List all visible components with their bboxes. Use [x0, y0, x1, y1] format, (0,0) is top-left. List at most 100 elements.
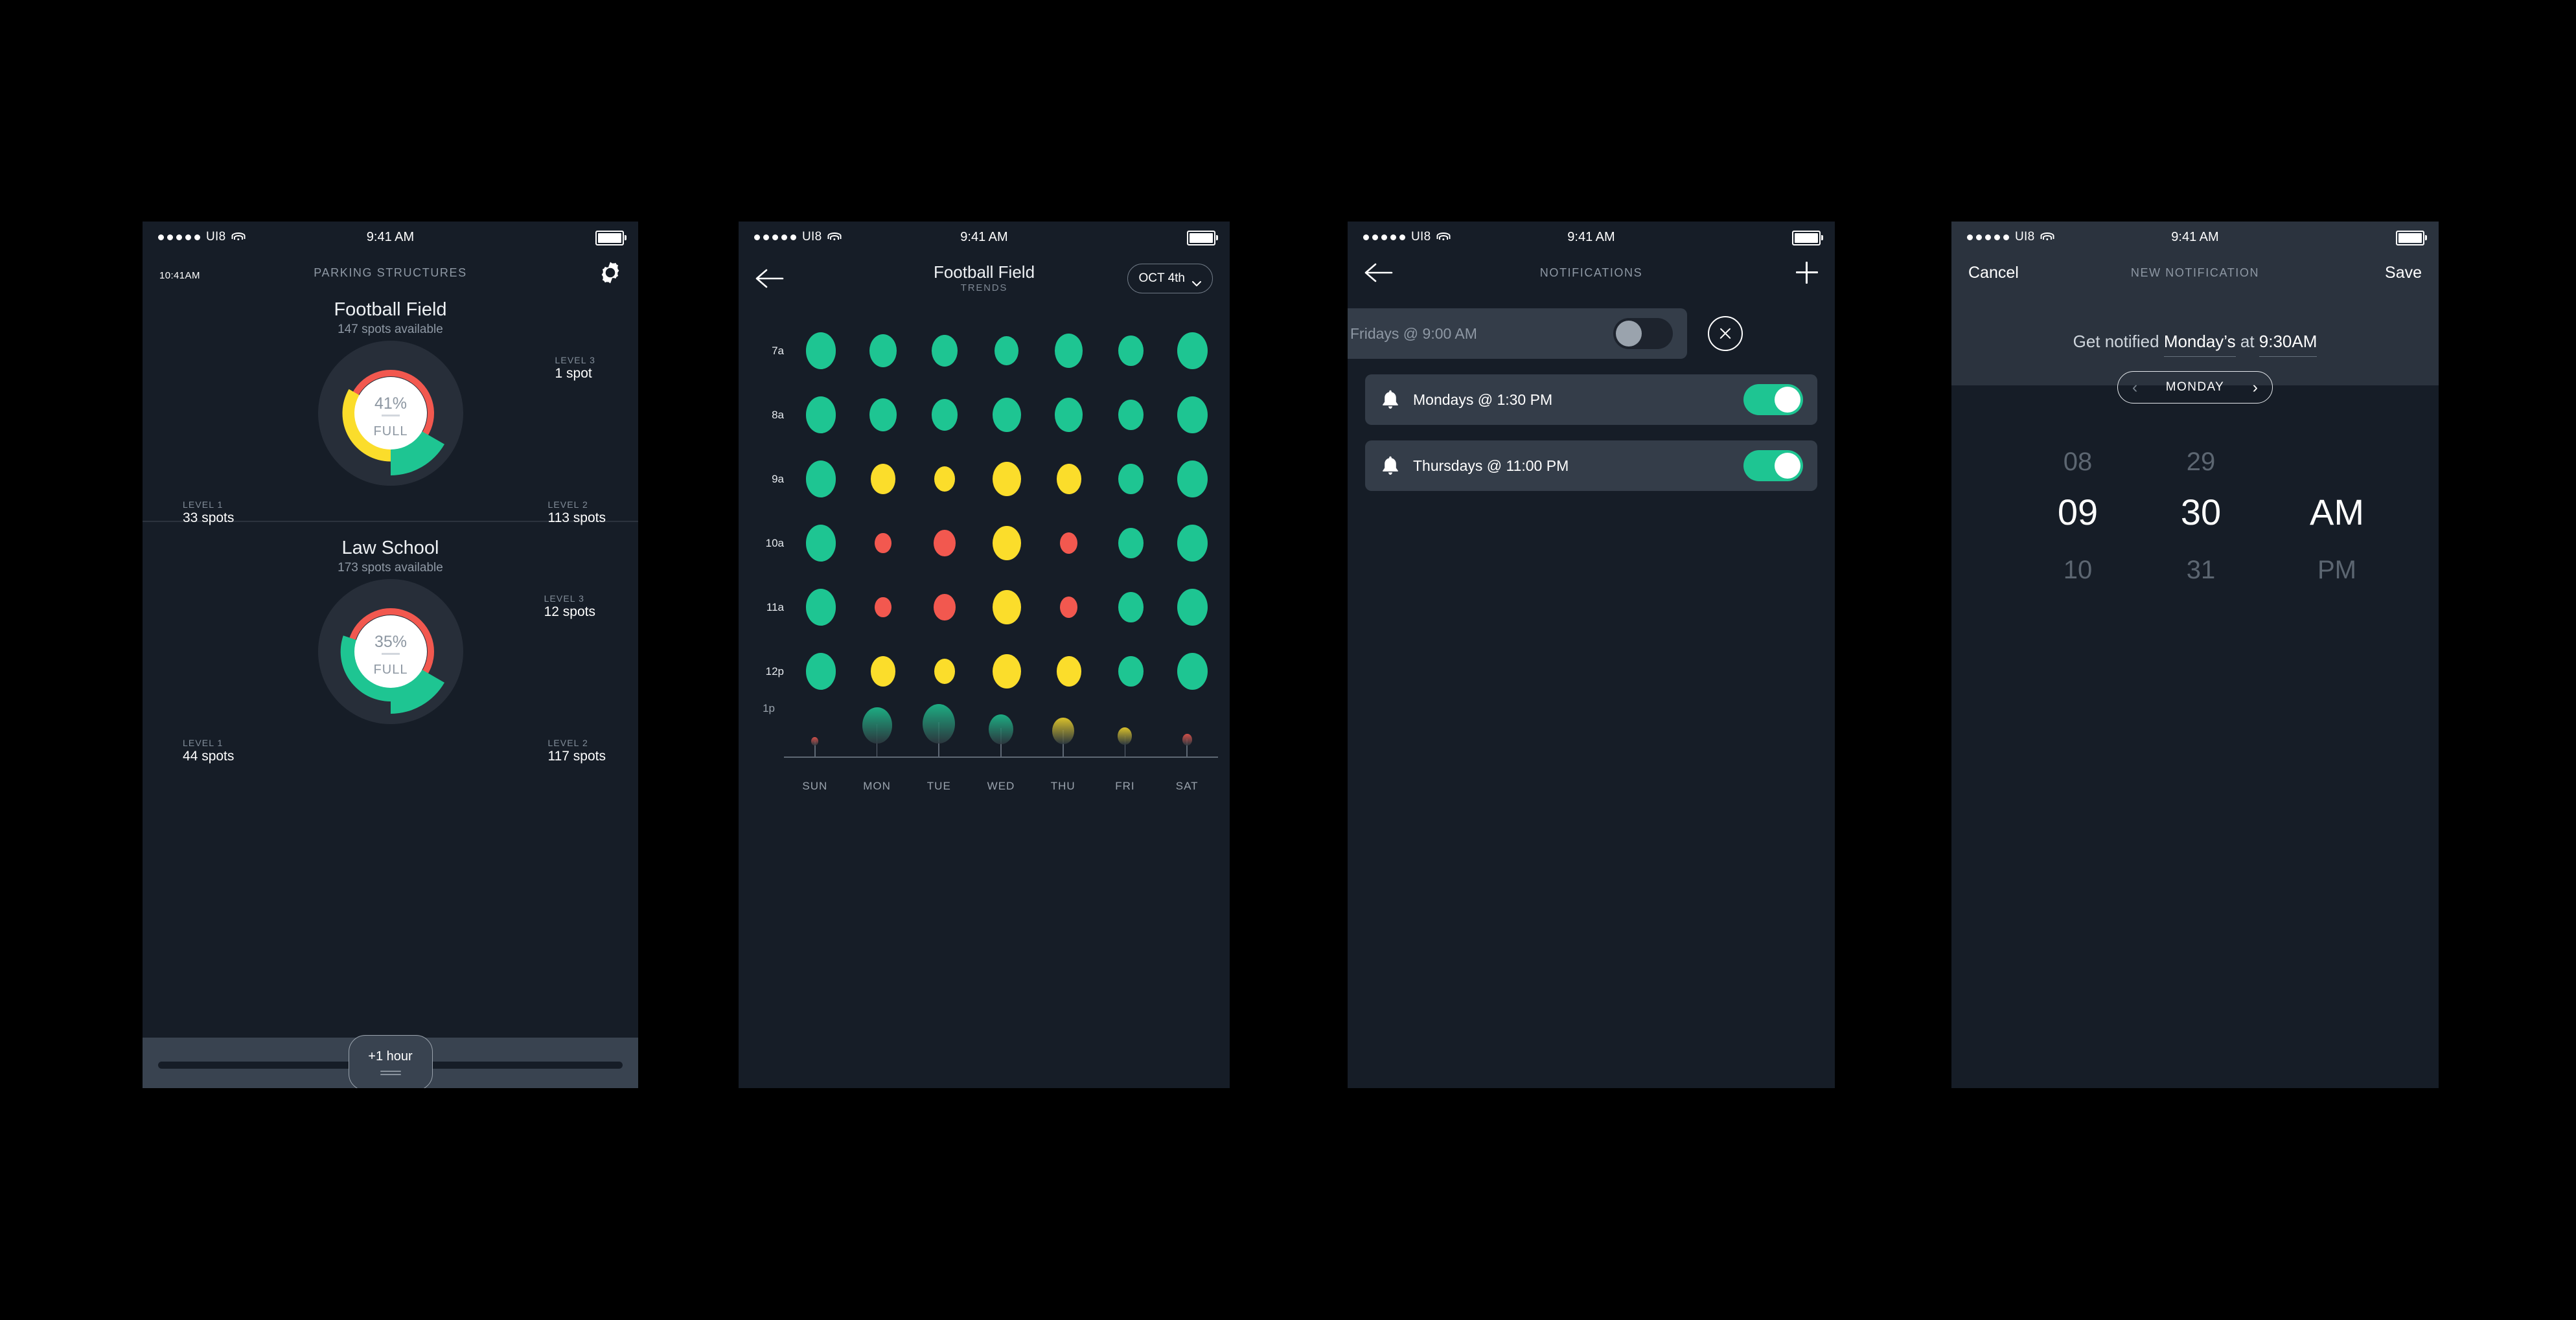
- heatmap-cell[interactable]: [793, 396, 849, 433]
- notification-toggle[interactable]: [1743, 450, 1803, 481]
- meridiem-selected[interactable]: AM: [2310, 492, 2364, 532]
- heatmap-cell[interactable]: [793, 653, 849, 690]
- heatmap-cell[interactable]: [1103, 396, 1158, 433]
- heatmap-cell[interactable]: [917, 589, 972, 626]
- heatmap-cell[interactable]: [917, 653, 972, 690]
- status-bar-clock: 9:41 AM: [1567, 229, 1615, 244]
- heatmap-dot: [874, 532, 891, 554]
- date-pill-button[interactable]: OCT 4th: [1127, 264, 1213, 293]
- add-notification-button[interactable]: [1796, 262, 1818, 284]
- heatmap-cell[interactable]: [979, 525, 1035, 562]
- heatmap-dot[interactable]: [811, 736, 819, 746]
- heatmap-cell[interactable]: [1103, 525, 1158, 562]
- notification-row-swiped[interactable]: Fridays @ 9:00 AM: [1348, 308, 1835, 359]
- heatmap-cell[interactable]: [855, 461, 911, 497]
- sentence-day-field[interactable]: Monday’s: [2163, 332, 2236, 357]
- heatmap-cell[interactable]: [979, 589, 1035, 626]
- heatmap-dot: [932, 399, 958, 431]
- heatmap-cell[interactable]: [793, 461, 849, 497]
- battery-icon: [595, 231, 627, 245]
- heatmap-cell[interactable]: [855, 332, 911, 369]
- heatmap-cell[interactable]: [917, 461, 972, 497]
- day-label: SAT: [1175, 780, 1199, 792]
- heatmap-cell[interactable]: [793, 589, 849, 626]
- heatmap-cell[interactable]: [1165, 460, 1221, 498]
- time-picker[interactable]: 08 09 10 29 30 31 AM PM: [1951, 385, 2439, 1088]
- heatmap-cell[interactable]: [1103, 589, 1158, 626]
- status-bar-clock: 9:41 AM: [960, 229, 1008, 244]
- donut-percent: 41%: [374, 394, 406, 413]
- hour-next[interactable]: 10: [2064, 556, 2093, 584]
- notification-toggle[interactable]: [1613, 318, 1673, 349]
- heatmap-cell[interactable]: [917, 525, 972, 562]
- settings-button[interactable]: [599, 262, 621, 284]
- heatmap-cell[interactable]: [1165, 396, 1221, 434]
- structure-donut-wrap: LEVEL 3 1 spot LEVEL 1 33 spots LEVEL 2 …: [143, 341, 638, 543]
- heatmap-dot[interactable]: [862, 707, 892, 744]
- heatmap-cell[interactable]: [1041, 653, 1097, 690]
- nav-bar-new-notification: Cancel NEW NOTIFICATION Save: [1951, 253, 2439, 293]
- hour-prev[interactable]: 08: [2064, 448, 2093, 476]
- page-title: PARKING STRUCTURES: [314, 266, 467, 279]
- heatmap-cell[interactable]: [855, 589, 911, 626]
- heatmap-cell[interactable]: [1103, 332, 1158, 369]
- heatmap-dot: [1177, 396, 1208, 434]
- heatmap-cell[interactable]: [1165, 652, 1221, 690]
- donut-percent: 35%: [374, 633, 406, 651]
- heatmap-cell[interactable]: [1165, 524, 1221, 562]
- heatmap-dot[interactable]: [1118, 727, 1133, 745]
- heatmap-cell[interactable]: [793, 332, 849, 369]
- slider-thumb[interactable]: +1 hour: [348, 1035, 433, 1088]
- heatmap-cell[interactable]: [979, 653, 1035, 690]
- heatmap-time-label: 11a: [766, 600, 784, 613]
- heatmap-dot[interactable]: [989, 714, 1013, 744]
- heatmap-dot[interactable]: [1052, 717, 1074, 745]
- screen-trends: UI8 9:41 AM Football Field TRENDS OCT 4t…: [739, 222, 1230, 1088]
- date-selector[interactable]: OCT 4th: [1127, 264, 1213, 293]
- notification-row[interactable]: Mondays @ 1:30 PM: [1365, 374, 1817, 425]
- heatmap-cell[interactable]: [917, 396, 972, 433]
- heatmap-cell[interactable]: [979, 396, 1035, 433]
- day-label: FRI: [1115, 780, 1135, 792]
- heatmap-cell[interactable]: [979, 461, 1035, 497]
- notification-card[interactable]: Fridays @ 9:00 AM: [1348, 308, 1687, 359]
- time-scrub-slider[interactable]: +1 hour: [143, 1035, 638, 1088]
- notification-row[interactable]: Thursdays @ 11:00 PM: [1365, 440, 1817, 491]
- heatmap-cell[interactable]: [1103, 461, 1158, 497]
- heatmap-cell[interactable]: [1041, 461, 1097, 497]
- minute-prev[interactable]: 29: [2187, 448, 2216, 476]
- gear-icon[interactable]: [599, 262, 621, 284]
- minute-next[interactable]: 31: [2187, 556, 2216, 584]
- heatmap-dot: [1118, 527, 1144, 559]
- plus-icon[interactable]: [1796, 262, 1818, 284]
- structure-card-law-school[interactable]: Law School 173 spots available LEVEL 3 1…: [143, 531, 638, 764]
- sentence-time-field[interactable]: 9:30AM: [2259, 332, 2317, 357]
- heatmap-cell[interactable]: [1041, 589, 1097, 626]
- heatmap-dot: [1177, 588, 1208, 626]
- save-button[interactable]: Save: [2385, 264, 2422, 282]
- heatmap-cell[interactable]: [855, 396, 911, 433]
- meridiem-next[interactable]: PM: [2317, 556, 2356, 584]
- heatmap-cell[interactable]: [1041, 525, 1097, 562]
- close-icon[interactable]: [1708, 316, 1743, 351]
- structure-card-football-field[interactable]: Football Field 147 spots available LEVEL…: [143, 293, 638, 525]
- heatmap-cell[interactable]: [1165, 588, 1221, 626]
- heatmap-cell[interactable]: [855, 525, 911, 562]
- heatmap-cell[interactable]: [1103, 653, 1158, 690]
- heatmap-cell[interactable]: [855, 653, 911, 690]
- hour-selected[interactable]: 09: [2058, 492, 2098, 532]
- heatmap-cell[interactable]: [979, 332, 1035, 369]
- heatmap-dot: [932, 335, 958, 367]
- heatmap-cell[interactable]: [917, 332, 972, 369]
- heatmap-cell[interactable]: [1165, 332, 1221, 370]
- minute-selected[interactable]: 30: [2181, 492, 2221, 532]
- trends-heatmap-grid: 7a 8a 9a 10a 11a 12p: [739, 304, 1230, 703]
- heatmap-cell[interactable]: [1041, 396, 1097, 433]
- heatmap-dot[interactable]: [1182, 733, 1192, 745]
- notification-toggle[interactable]: [1743, 384, 1803, 415]
- heatmap-cell[interactable]: [1041, 332, 1097, 369]
- new-notification-top-panel: UI8 9:41 AM Cancel NEW NOTIFICATION Save…: [1951, 222, 2439, 404]
- heatmap-dot[interactable]: [923, 704, 956, 744]
- heatmap-cell[interactable]: [793, 525, 849, 562]
- heatmap-dot: [874, 597, 891, 618]
